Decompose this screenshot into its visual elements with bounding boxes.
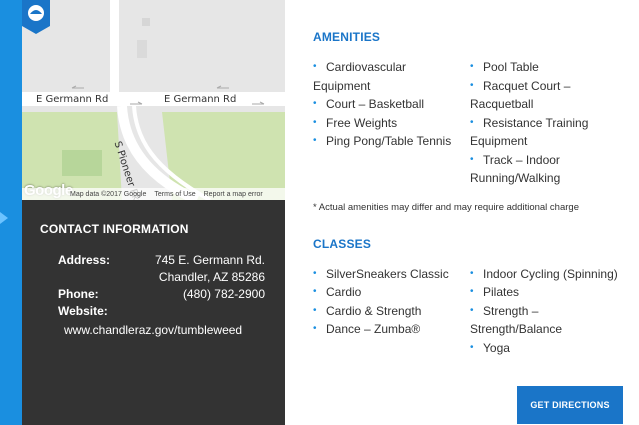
amenities-column-1: CardiovascularEquipment Court – Basketba… [313, 58, 470, 188]
phone-label: Phone: [58, 287, 99, 301]
get-directions-button[interactable]: GET DIRECTIONS [517, 386, 623, 424]
location-card: E Germann Rd E Germann Rd S Pioneer Pkwy… [22, 0, 285, 425]
list-item: Court – Basketball [313, 95, 470, 114]
list-item: Cardio & Strength [313, 302, 470, 321]
list-item: Free Weights [313, 114, 470, 133]
website-link[interactable]: www.chandleraz.gov/tumbleweed [40, 322, 265, 339]
address-line2: Chandler, AZ 85286 [158, 270, 265, 284]
contact-panel: CONTACT INFORMATION Address: 745 E. Germ… [22, 200, 285, 425]
list-item: Resistance TrainingEquipment [470, 114, 630, 151]
contact-title: CONTACT INFORMATION [40, 222, 189, 236]
classes-list: SilverSneakers Classic Cardio Cardio & S… [313, 265, 639, 358]
map[interactable]: E Germann Rd E Germann Rd S Pioneer Pkwy… [22, 0, 285, 200]
list-item: Track – IndoorRunning/Walking [470, 151, 630, 188]
list-item: CardiovascularEquipment [313, 58, 470, 95]
list-item: Cardio [313, 283, 470, 302]
location-pin-icon[interactable] [22, 0, 50, 34]
website-label: Website: [58, 304, 108, 318]
list-item: Indoor Cycling (Spinning) [470, 265, 630, 284]
list-item: Ping Pong/Table Tennis [313, 132, 470, 151]
amenities-title: AMENITIES [313, 30, 381, 44]
list-item: Racquet Court –Racquetball [470, 77, 630, 114]
amenities-note: * Actual amenities may differ and may re… [313, 201, 579, 213]
road-label: E Germann Rd [36, 94, 109, 105]
phone-row: Phone: (480) 782-2900 [40, 286, 265, 303]
list-item: Pilates [470, 283, 630, 302]
classes-column-1: SilverSneakers Classic Cardio Cardio & S… [313, 265, 470, 358]
terms-link[interactable]: Terms of Use [154, 191, 195, 198]
address-label: Address: [58, 253, 111, 267]
phone-value[interactable]: (480) 782-2900 [183, 286, 265, 303]
details-panel: AMENITIES CardiovascularEquipment Court … [285, 0, 639, 425]
classes-title: CLASSES [313, 236, 372, 251]
list-item: Strength –Strength/Balance [470, 302, 630, 339]
report-error-link[interactable]: Report a map error [204, 191, 263, 198]
address-row: Address: 745 E. Germann Rd. [40, 252, 265, 269]
website-row: Website: [40, 303, 265, 320]
carousel-arrow-icon[interactable] [0, 212, 8, 224]
map-footer: Map data ©2017 Google Terms of Use Repor… [22, 188, 285, 200]
classes-column-2: Indoor Cycling (Spinning) Pilates Streng… [470, 265, 630, 358]
list-item: Dance – Zumba® [313, 320, 470, 339]
list-item: Pool Table [470, 58, 630, 77]
list-item: SilverSneakers Classic [313, 265, 470, 284]
map-data-text: Map data ©2017 Google [70, 190, 147, 198]
road-label: E Germann Rd [164, 94, 237, 105]
amenities-list: CardiovascularEquipment Court – Basketba… [313, 58, 639, 188]
address-row-2: Chandler, AZ 85286 [40, 269, 265, 286]
list-item: Yoga [470, 339, 630, 358]
amenities-column-2: Pool Table Racquet Court –Racquetball Re… [470, 58, 630, 188]
address-line1: 745 E. Germann Rd. [154, 253, 265, 267]
